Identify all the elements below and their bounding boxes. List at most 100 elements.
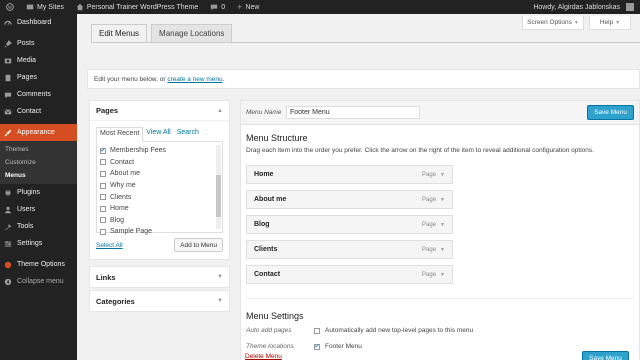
sidebar-item-contact[interactable]: Contact [0, 103, 77, 120]
tab-search[interactable]: Search [174, 126, 202, 141]
menu-item-title: Home [254, 171, 274, 178]
menu-item-title: About me [254, 196, 287, 203]
menu-item-contact[interactable]: Contact Page ▼ [246, 265, 453, 284]
chevron-down-icon[interactable]: ▼ [440, 197, 445, 203]
sidebar-item-label: Posts [17, 40, 35, 47]
checkbox[interactable] [100, 228, 106, 235]
list-item[interactable]: Contact [100, 157, 222, 169]
checkbox[interactable] [100, 182, 106, 189]
page-label: Contact [110, 158, 135, 166]
pages-checklist: ✔ Membership Fees Contact About me Why me… [96, 142, 223, 235]
delete-menu-link[interactable]: Delete Menu [245, 353, 282, 360]
page-label: Membership Fees [110, 147, 167, 155]
tab-most-recent[interactable]: Most Recent [96, 127, 144, 142]
page-label: Sample Page [110, 228, 153, 236]
submenu-item-customize[interactable]: Customize [0, 156, 77, 169]
footer-menu-checkbox[interactable]: ✔ [314, 343, 320, 350]
sidebar-item-comments[interactable]: Comments [0, 86, 77, 103]
sidebar-item-media[interactable]: Media [0, 52, 77, 69]
menu-structure-description: Drag each item into the order you prefer… [246, 147, 594, 154]
auto-add-checkbox[interactable] [314, 327, 320, 334]
list-item[interactable]: About me [100, 168, 222, 180]
pages-actions: Select All Add to Menu [96, 238, 223, 252]
scrollbar-thumb[interactable] [216, 175, 221, 217]
menu-item-blog[interactable]: Blog Page ▼ [246, 215, 453, 234]
menu-item-about-me[interactable]: About me Page ▼ [246, 190, 453, 209]
select-all-link[interactable]: Select All [96, 242, 123, 249]
add-menu-items-column: Pages ▲ Most Recent View All Search ✔ Mem… [89, 100, 230, 312]
auto-add-text: Automatically add new top-level pages to… [325, 327, 474, 334]
tab-edit-menus[interactable]: Edit Menus [91, 24, 148, 42]
sidebar-item-tools[interactable]: Tools [0, 218, 77, 235]
links-accordion-header[interactable]: Links ▼ [90, 267, 229, 287]
checkbox-checked[interactable]: ✔ [100, 147, 106, 154]
screen-options-button[interactable]: Screen Options ▼ [522, 16, 584, 30]
checkbox[interactable] [100, 170, 106, 177]
pin-icon [4, 39, 12, 48]
sidebar-item-pages[interactable]: Pages [0, 69, 77, 86]
checkbox[interactable] [100, 159, 106, 166]
chevron-down-icon[interactable]: ▼ [440, 222, 445, 228]
sidebar-item-appearance[interactable]: Appearance [0, 124, 77, 141]
manage-text: Edit your menu below, or [94, 75, 166, 83]
sidebar-item-settings[interactable]: Settings [0, 235, 77, 252]
list-item[interactable]: Sample Page [100, 226, 222, 238]
menu-name-input[interactable]: Footer Menu [286, 106, 420, 119]
new-content-link[interactable]: + New [231, 0, 265, 14]
chevron-down-icon: ▼ [217, 274, 223, 280]
chevron-down-icon[interactable]: ▼ [440, 172, 445, 178]
manage-menus-bar: Edit your menu below, or create a new me… [87, 69, 640, 89]
help-button[interactable]: Help ▼ [589, 16, 631, 30]
sidebar-item-theme-options[interactable]: Theme Options [0, 256, 77, 273]
list-item[interactable]: ✔ Membership Fees [100, 145, 222, 157]
appearance-submenu: Themes Customize Menus [0, 141, 77, 184]
sidebar-item-label: Settings [17, 240, 43, 247]
list-item[interactable]: Home [100, 203, 222, 215]
home-icon [76, 3, 84, 11]
tab-manage-locations[interactable]: Manage Locations [151, 24, 233, 42]
sidebar-item-users[interactable]: Users [0, 201, 77, 218]
list-item[interactable]: Why me [100, 180, 222, 192]
checkbox[interactable] [100, 194, 106, 201]
my-sites-link[interactable]: My Sites [20, 0, 70, 14]
checkbox[interactable] [100, 205, 106, 212]
page-icon [4, 74, 12, 82]
sidebar-item-label: Contact [17, 108, 42, 115]
checklist-scrollbar[interactable] [216, 145, 221, 229]
submenu-item-menus[interactable]: Menus [0, 169, 77, 182]
plugin-icon [4, 189, 12, 197]
list-item[interactable]: Clients [100, 191, 222, 203]
categories-accordion-header[interactable]: Categories ▼ [90, 291, 229, 311]
chevron-down-icon: ▼ [217, 298, 223, 304]
menu-item-home[interactable]: Home Page ▼ [246, 165, 453, 184]
chevron-down-icon[interactable]: ▼ [440, 247, 445, 253]
list-item[interactable]: Blog [100, 215, 222, 227]
comments-link[interactable]: 0 [204, 0, 231, 14]
submenu-item-themes[interactable]: Themes [0, 143, 77, 156]
chevron-down-icon[interactable]: ▼ [440, 272, 445, 278]
sidebar-item-label: Dashboard [17, 19, 52, 26]
menu-item-type: Page [422, 271, 437, 278]
site-name-link[interactable]: Personal Trainer WordPress Theme [70, 0, 204, 14]
menu-item-clients[interactable]: Clients Page ▼ [246, 240, 453, 259]
sidebar-item-label: Tools [17, 223, 34, 230]
new-label: New [245, 3, 260, 11]
menu-items-list: Home Page ▼ About me Page ▼ Blog Page ▼ Client… [246, 165, 453, 290]
sidebar-item-plugins[interactable]: Plugins [0, 184, 77, 201]
save-menu-button-bottom[interactable]: Save Menu [582, 351, 629, 360]
collapse-menu-button[interactable]: Collapse menu [0, 273, 77, 290]
save-menu-button[interactable]: Save Menu [587, 105, 634, 120]
auto-add-setting: Auto add pages Automatically add new top… [246, 327, 473, 334]
collapse-icon [4, 278, 12, 286]
add-to-menu-button[interactable]: Add to Menu [174, 238, 223, 252]
pages-accordion-body: Most Recent View All Search ✔ Membership … [90, 121, 229, 259]
sidebar-item-posts[interactable]: Posts [0, 35, 77, 52]
account-menu[interactable]: Howdy, Algirdas Jablonskas [527, 0, 640, 14]
create-new-menu-link[interactable]: create a new menu [167, 76, 222, 83]
sidebar-item-label: Collapse menu [17, 278, 64, 285]
pages-accordion-header[interactable]: Pages ▲ [90, 101, 229, 121]
sidebar-item-dashboard[interactable]: Dashboard [0, 14, 77, 31]
tab-view-all[interactable]: View All [143, 126, 173, 141]
wordpress-logo-icon[interactable]: W [0, 0, 20, 14]
checkbox[interactable] [100, 217, 106, 224]
